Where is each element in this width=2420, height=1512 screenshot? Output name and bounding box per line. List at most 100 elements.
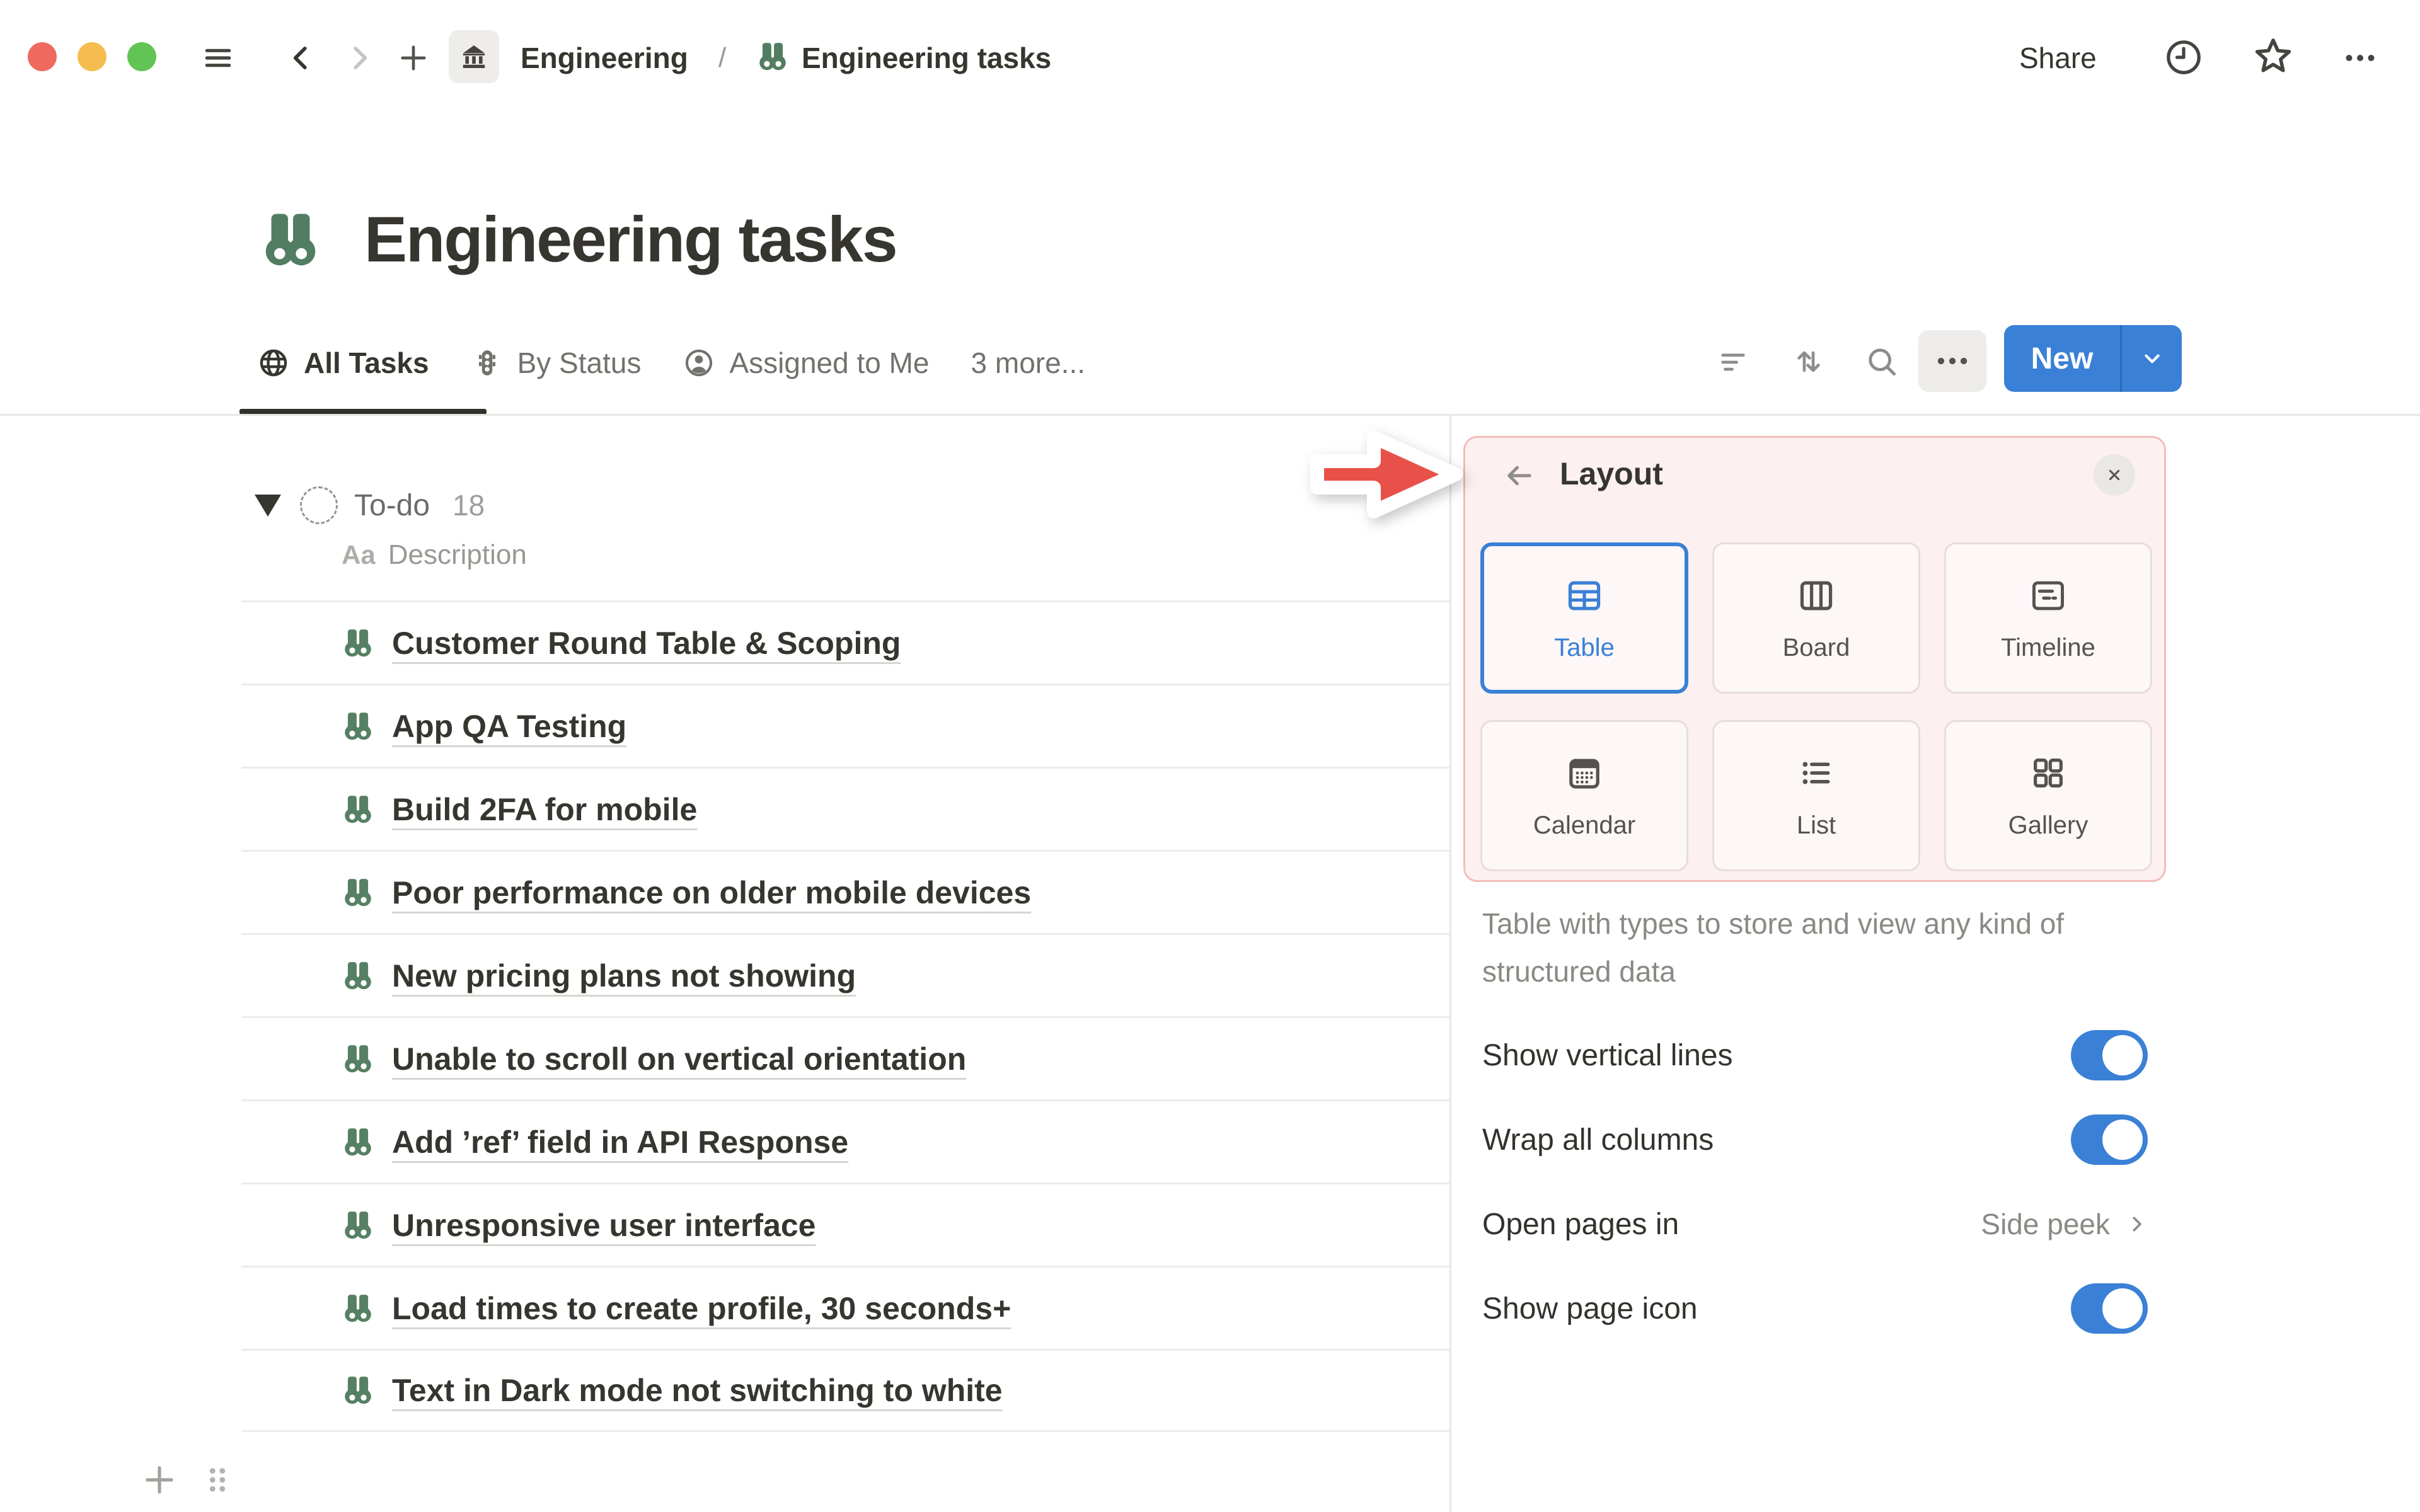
task-title[interactable]: Customer Round Table & Scoping — [392, 625, 901, 662]
traffic-light-minimize[interactable] — [78, 42, 107, 71]
table-row[interactable]: Unable to scroll on vertical orientation — [241, 1016, 1449, 1099]
layout-option-calendar[interactable]: Calendar — [1480, 720, 1688, 871]
table-row[interactable]: Poor performance on older mobile devices — [241, 850, 1449, 933]
globe-icon — [257, 346, 290, 379]
back-arrow-icon[interactable] — [1502, 458, 1537, 493]
column-header[interactable]: Aa Description — [342, 539, 527, 571]
close-button[interactable] — [2094, 454, 2135, 496]
add-row-icon[interactable] — [140, 1460, 179, 1499]
setting-label: Show page icon — [1482, 1292, 1698, 1326]
task-table: Customer Round Table & Scoping App QA Te… — [241, 600, 1449, 1432]
column-name[interactable]: Description — [388, 539, 527, 571]
layout-options-grid: Table Board Timeline Calendar List Galle… — [1480, 542, 2152, 871]
tab-label: By Status — [517, 346, 642, 379]
breadcrumb-workspace[interactable]: Engineering — [521, 40, 688, 76]
tab-all-tasks[interactable]: All Tasks — [257, 346, 429, 380]
more-options-icon[interactable] — [2336, 39, 2385, 77]
new-button[interactable]: New — [2004, 325, 2182, 392]
favorite-star-icon[interactable] — [2251, 34, 2295, 78]
setting-show-vertical-lines: Show vertical lines — [1482, 1013, 2148, 1097]
layout-option-label: Timeline — [2001, 633, 2095, 662]
close-icon — [2104, 465, 2124, 485]
open-pages-select[interactable]: Side peek — [1981, 1207, 2148, 1241]
gallery-icon — [2027, 752, 2069, 794]
group-name[interactable]: To-do — [354, 488, 430, 523]
view-options-button[interactable] — [1918, 330, 1986, 392]
layout-option-table[interactable]: Table — [1480, 542, 1688, 694]
sort-icon[interactable] — [1791, 344, 1826, 379]
table-row[interactable]: Build 2FA for mobile — [241, 767, 1449, 850]
table-row[interactable]: Unresponsive user interface — [241, 1183, 1449, 1266]
task-title[interactable]: App QA Testing — [392, 708, 626, 745]
layout-option-label: Table — [1554, 633, 1615, 662]
chevron-down-icon — [2139, 345, 2165, 372]
table-row[interactable]: New pricing plans not showing — [241, 933, 1449, 1016]
toolbar-divider — [0, 414, 2420, 416]
back-icon[interactable] — [284, 40, 319, 76]
breadcrumb-separator: / — [718, 42, 727, 73]
page-icon-toggle[interactable] — [2071, 1283, 2148, 1334]
tab-assigned-to-me[interactable]: Assigned to Me — [683, 346, 930, 380]
task-title[interactable]: Load times to create profile, 30 seconds… — [392, 1290, 1011, 1327]
new-button-label: New — [2031, 341, 2094, 375]
sidebar-menu-icon[interactable] — [200, 40, 236, 76]
table-row[interactable]: App QA Testing — [241, 684, 1449, 767]
timeline-icon — [2027, 575, 2069, 616]
binoculars-icon — [340, 958, 376, 994]
task-title[interactable]: Text in Dark mode not switching to white — [392, 1372, 1003, 1409]
binoculars-icon — [340, 875, 376, 910]
updates-clock-icon[interactable] — [2163, 37, 2204, 78]
new-dropdown-button[interactable] — [2122, 345, 2182, 372]
setting-label: Show vertical lines — [1482, 1038, 1733, 1072]
person-icon — [683, 346, 715, 379]
table-row[interactable]: Load times to create profile, 30 seconds… — [241, 1266, 1449, 1349]
row-controls — [140, 1460, 237, 1499]
collapse-triangle-icon[interactable] — [255, 494, 281, 517]
search-icon[interactable] — [1864, 344, 1899, 379]
breadcrumb-workspace-icon[interactable] — [449, 30, 499, 83]
group-header[interactable]: To-do 18 — [255, 483, 485, 528]
setting-label: Open pages in — [1482, 1207, 1680, 1241]
tab-by-status[interactable]: By Status — [471, 346, 642, 380]
breadcrumb-page[interactable]: Engineering tasks — [802, 40, 1051, 76]
setting-open-pages-in: Open pages in Side peek — [1482, 1182, 2148, 1266]
tab-more-views[interactable]: 3 more... — [971, 346, 1086, 380]
layout-option-timeline[interactable]: Timeline — [1944, 542, 2152, 694]
traffic-light-zoom[interactable] — [127, 42, 156, 71]
setting-wrap-all-columns: Wrap all columns — [1482, 1097, 2148, 1182]
chevron-right-icon — [2125, 1213, 2148, 1235]
filter-icon[interactable] — [1715, 344, 1751, 379]
status-icon — [471, 346, 504, 379]
wrap-columns-toggle[interactable] — [2071, 1114, 2148, 1165]
page-header: Engineering tasks — [257, 203, 898, 277]
panel-title: Layout — [1560, 456, 1663, 491]
vertical-lines-toggle[interactable] — [2071, 1030, 2148, 1080]
share-button[interactable]: Share — [2019, 40, 2097, 76]
binoculars-icon[interactable] — [257, 207, 324, 273]
view-tabs: All Tasks By Status Assigned to Me 3 mor… — [257, 328, 1085, 398]
table-row[interactable]: Customer Round Table & Scoping — [241, 600, 1449, 684]
layout-option-gallery[interactable]: Gallery — [1944, 720, 2152, 871]
task-title[interactable]: New pricing plans not showing — [392, 958, 856, 994]
layout-option-list[interactable]: List — [1712, 720, 1920, 871]
drag-handle-icon[interactable] — [198, 1460, 237, 1499]
table-row[interactable]: Add ’ref’ field in API Response — [241, 1099, 1449, 1183]
task-title[interactable]: Unable to scroll on vertical orientation — [392, 1041, 966, 1077]
task-title[interactable]: Unresponsive user interface — [392, 1207, 816, 1244]
task-title[interactable]: Poor performance on older mobile devices — [392, 874, 1031, 911]
new-page-icon[interactable] — [396, 40, 431, 76]
traffic-light-close[interactable] — [28, 42, 57, 71]
table-row[interactable]: Text in Dark mode not switching to white — [241, 1349, 1449, 1432]
forward-icon[interactable] — [342, 40, 377, 76]
layout-settings: Show vertical lines Wrap all columns Ope… — [1482, 1013, 2148, 1351]
todo-status-icon — [300, 486, 338, 524]
layout-option-board[interactable]: Board — [1712, 542, 1920, 694]
task-title[interactable]: Add ’ref’ field in API Response — [392, 1124, 848, 1160]
page-title[interactable]: Engineering tasks — [364, 203, 898, 277]
binoculars-icon — [340, 1208, 376, 1243]
binoculars-icon — [340, 626, 376, 661]
ellipsis-icon — [1933, 341, 1972, 381]
layout-option-label: Board — [1782, 633, 1850, 662]
task-title[interactable]: Build 2FA for mobile — [392, 791, 697, 828]
setting-label: Wrap all columns — [1482, 1123, 1714, 1157]
